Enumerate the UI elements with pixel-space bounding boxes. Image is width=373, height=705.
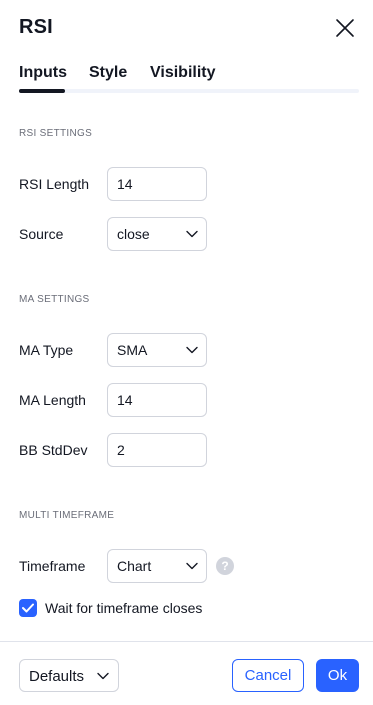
- bb-stddev-field[interactable]: [107, 433, 207, 467]
- tab-style[interactable]: Style: [89, 64, 127, 82]
- defaults-button-label: Defaults: [29, 668, 85, 685]
- ok-button[interactable]: Ok: [316, 659, 359, 692]
- bb-stddev-input[interactable]: [108, 434, 206, 466]
- section-heading-multi-timeframe: MULTI TIMEFRAME: [19, 510, 115, 521]
- tab-inputs[interactable]: Inputs: [19, 64, 67, 82]
- ma-length-field[interactable]: [107, 383, 207, 417]
- timeframe-select[interactable]: Chart: [107, 549, 207, 583]
- source-select[interactable]: close: [107, 217, 207, 251]
- check-icon: [22, 603, 34, 613]
- chevron-down-icon: [97, 672, 109, 680]
- section-heading-ma-settings: MA SETTINGS: [19, 294, 90, 305]
- active-tab-indicator: [19, 89, 65, 93]
- ma-type-select[interactable]: SMA: [107, 333, 207, 367]
- wait-for-timeframe-closes-label[interactable]: Wait for timeframe closes: [45, 600, 202, 616]
- ma-type-select-value: SMA: [117, 342, 148, 358]
- chevron-down-icon: [186, 346, 198, 354]
- cancel-button[interactable]: Cancel: [232, 659, 304, 692]
- defaults-dropdown-button[interactable]: Defaults: [19, 659, 119, 692]
- footer-divider: [0, 641, 373, 642]
- tab-bar: Inputs Style Visibility: [19, 63, 359, 93]
- timeframe-label: Timeframe: [19, 558, 86, 574]
- dialog-title: RSI: [19, 16, 53, 38]
- close-icon: [336, 19, 354, 37]
- section-heading-rsi-settings: RSI SETTINGS: [19, 128, 93, 139]
- ma-length-label: MA Length: [19, 392, 86, 408]
- rsi-length-input[interactable]: [108, 168, 206, 200]
- bb-stddev-label: BB StdDev: [19, 442, 88, 458]
- source-select-value: close: [117, 226, 150, 242]
- chevron-down-icon: [186, 230, 198, 238]
- source-label: Source: [19, 226, 64, 242]
- indicator-settings-dialog: RSI Inputs Style Visibility RSI SETTINGS…: [0, 0, 373, 705]
- timeframe-select-value: Chart: [117, 558, 152, 574]
- rsi-length-field[interactable]: [107, 167, 207, 201]
- ma-length-input[interactable]: [108, 384, 206, 416]
- tab-bar-track: [19, 89, 359, 93]
- chevron-down-icon: [186, 562, 198, 570]
- question-icon[interactable]: ?: [216, 557, 234, 575]
- wait-for-timeframe-closes-checkbox[interactable]: [19, 599, 37, 617]
- close-button[interactable]: [333, 16, 357, 40]
- rsi-length-label: RSI Length: [19, 176, 90, 192]
- ma-type-label: MA Type: [19, 342, 74, 358]
- tab-visibility[interactable]: Visibility: [150, 64, 216, 82]
